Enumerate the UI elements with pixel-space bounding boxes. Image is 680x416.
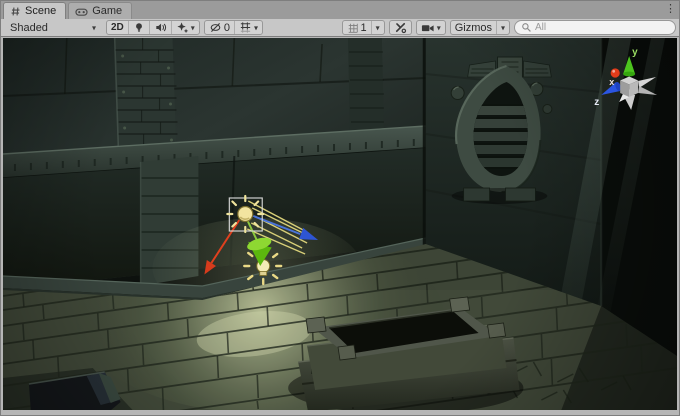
grid-fade-icon xyxy=(239,21,252,34)
window-menu-icon[interactable]: ⋮ xyxy=(665,2,676,16)
scene-camera-button[interactable]: ▾ xyxy=(417,21,445,34)
custom-tools-button[interactable] xyxy=(389,20,412,35)
scene-search-field[interactable] xyxy=(514,20,676,35)
axis-label-z[interactable]: z xyxy=(594,97,599,108)
scene-viewport[interactable]: y x z xyxy=(3,38,677,410)
chevron-down-icon: ▾ xyxy=(501,24,505,32)
vignette xyxy=(3,38,677,410)
chevron-down-icon: ▾ xyxy=(92,24,96,32)
draw-mode-dropdown[interactable]: Shaded ▾ xyxy=(4,20,102,35)
chevron-down-icon: ▾ xyxy=(191,24,195,32)
scene-effects-button[interactable]: ▾ xyxy=(171,21,199,34)
scene-lighting-button[interactable] xyxy=(128,21,149,34)
snap-settings-group: 1 ▾ xyxy=(342,20,385,35)
eye-hidden-icon xyxy=(209,21,222,34)
grid-visibility-button[interactable]: ▾ xyxy=(234,21,262,34)
snap-value: 1 xyxy=(361,22,367,34)
scene-render[interactable]: y x z xyxy=(3,38,677,410)
scene-visibility-button[interactable]: 0 xyxy=(205,21,234,34)
axis-label-y[interactable]: y xyxy=(632,47,638,58)
gizmos-dropdown-button[interactable]: ▾ xyxy=(496,21,509,34)
effects-sparkle-icon xyxy=(176,21,189,34)
toggle-2d-button[interactable]: 2D xyxy=(107,21,128,34)
gizmos-label: Gizmos xyxy=(455,22,492,34)
chevron-down-icon: ▾ xyxy=(437,24,441,32)
gizmos-group: Gizmos ▾ xyxy=(450,20,510,35)
tab-game[interactable]: Game xyxy=(68,2,132,19)
grid-snap-button[interactable]: 1 xyxy=(343,21,371,34)
scene-audio-button[interactable] xyxy=(149,21,171,34)
snap-grid-icon xyxy=(347,22,359,34)
view-toggles-group: 2D ▾ xyxy=(106,20,200,35)
tab-game-label: Game xyxy=(92,5,122,17)
speaker-icon xyxy=(154,21,167,34)
draw-mode-label: Shaded xyxy=(10,22,48,34)
lightbulb-icon xyxy=(133,21,145,34)
tab-scene-label: Scene xyxy=(25,5,56,17)
unity-scene-window: Scene Game ⋮ Shaded ▾ 2D xyxy=(0,0,680,416)
scene-grid-icon xyxy=(10,6,21,17)
tab-bar: Scene Game ⋮ xyxy=(1,1,679,19)
chevron-down-icon: ▾ xyxy=(254,24,258,32)
window-bottom-border xyxy=(1,410,679,415)
gamepad-icon xyxy=(75,6,88,17)
tools-icon xyxy=(394,21,407,34)
chevron-down-icon: ▾ xyxy=(376,24,380,32)
camera-icon xyxy=(421,22,435,34)
gizmo-cube[interactable] xyxy=(620,77,638,98)
visibility-grid-group: 0 ▾ xyxy=(204,20,263,35)
search-icon xyxy=(521,22,532,33)
tab-scene[interactable]: Scene xyxy=(3,2,66,19)
gizmos-button[interactable]: Gizmos xyxy=(451,21,496,34)
scene-toolbar: Shaded ▾ 2D ▾ xyxy=(1,19,679,37)
hidden-count: 0 xyxy=(224,22,230,34)
snap-dropdown-button[interactable]: ▾ xyxy=(371,21,384,34)
search-input[interactable] xyxy=(535,22,669,33)
axis-label-x[interactable]: x xyxy=(609,77,614,87)
toggle-2d-label: 2D xyxy=(111,22,124,33)
camera-settings-group: ▾ xyxy=(416,20,446,35)
